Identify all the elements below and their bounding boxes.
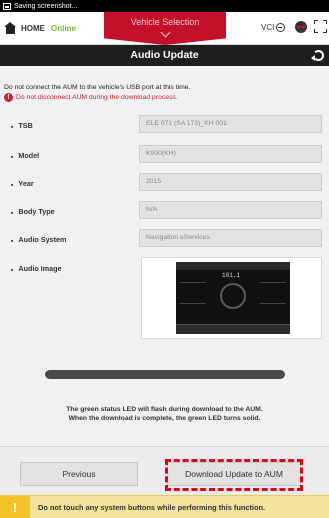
warning-icon: !	[0, 495, 30, 518]
head-unit-screen-image: 101.1	[176, 262, 290, 334]
download-update-button[interactable]: Download Update to AUM	[167, 462, 301, 486]
model-label: Model	[11, 151, 39, 160]
year-row: Year 2015	[0, 173, 329, 193]
disconnect-warning-text: Do not disconnect AUM during the downloa…	[16, 94, 178, 101]
previous-button[interactable]: Previous	[20, 462, 138, 486]
audio-system-label: Audio System	[11, 235, 66, 244]
vehicle-icon[interactable]	[295, 21, 307, 33]
exclamation-icon: !	[4, 93, 13, 102]
home-icon	[4, 22, 17, 34]
tuner-dial-icon	[220, 283, 246, 309]
audio-system-field: Navigation eServices	[139, 229, 322, 247]
back-icon[interactable]	[311, 49, 324, 61]
body-type-row: Body Type N/A	[0, 201, 329, 221]
led-info-line2: When the download is complete, the green…	[68, 415, 261, 422]
title-bar: Audio Update	[0, 45, 329, 66]
usb-notice: Do not connect the AUM to the vehicle's …	[4, 84, 191, 91]
audio-system-row: Audio System Navigation eServices	[0, 229, 329, 249]
page-title: Audio Update	[130, 49, 199, 61]
year-label: Year	[11, 179, 33, 188]
fullscreen-icon[interactable]	[314, 20, 327, 33]
vehicle-selection-label: Vehicle Selection	[130, 17, 200, 27]
radio-frequency: 101.1	[222, 272, 241, 279]
chevron-down-icon	[160, 27, 170, 38]
top-nav: HOME Online Vehicle Selection VCI	[0, 12, 329, 45]
model-row: Model K900(KH)	[0, 145, 329, 165]
disconnect-warning: ! Do not disconnect AUM during the downl…	[4, 93, 178, 102]
led-info: The green status LED will flash during d…	[0, 405, 329, 423]
body-type-field: N/A	[139, 201, 322, 219]
footer-warning-text: Do not touch any system buttons while pe…	[38, 502, 266, 512]
online-status: Online	[51, 23, 76, 33]
home-label: HOME	[21, 23, 45, 33]
tsb-row: TSB ELE 071 (SA 173)_KH 001	[0, 115, 329, 135]
vci-disconnected-icon	[276, 23, 286, 32]
audio-image-label: Audio Image	[11, 264, 61, 273]
tsb-label: TSB	[11, 121, 32, 130]
vehicle-selection-tab[interactable]: Vehicle Selection	[104, 12, 226, 45]
button-bar: Previous Download Update to AUM	[0, 446, 329, 495]
model-field: K900(KH)	[139, 145, 322, 163]
image-icon	[3, 2, 11, 10]
progress-fill	[45, 370, 285, 379]
year-field: 2015	[139, 173, 322, 191]
download-progress-bar	[45, 370, 285, 379]
status-bar: Saving screenshot...	[0, 0, 329, 12]
footer-warning: ! Do not touch any system buttons while …	[0, 495, 329, 518]
home-button[interactable]: HOME Online	[4, 22, 76, 34]
body-type-label: Body Type	[11, 207, 54, 216]
vci-status[interactable]: VCI	[261, 23, 286, 32]
vci-label: VCI	[261, 23, 275, 32]
led-info-line1: The green status LED will flash during d…	[66, 406, 263, 413]
audio-image: 101.1	[141, 257, 322, 339]
tsb-field: ELE 071 (SA 173)_KH 001	[139, 115, 322, 133]
status-text: Saving screenshot...	[14, 2, 78, 10]
